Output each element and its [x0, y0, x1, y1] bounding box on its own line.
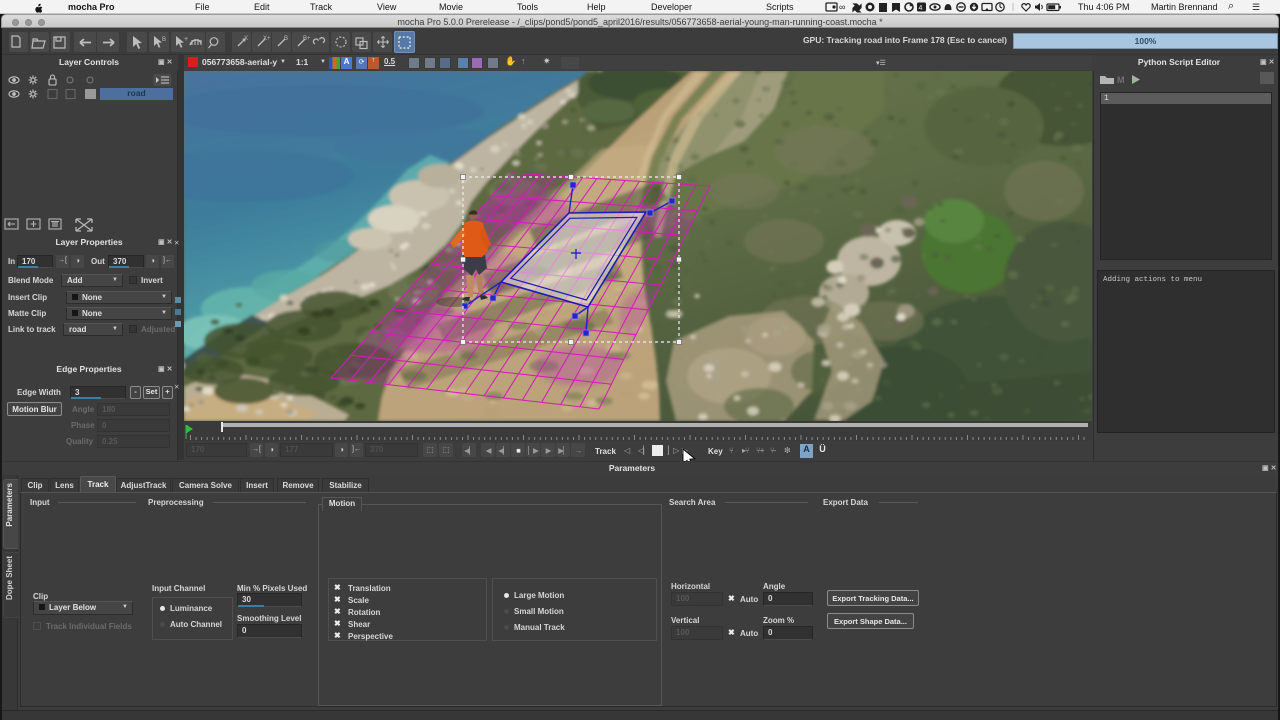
- svg-text:M: M: [1117, 75, 1125, 85]
- svg-text:B: B: [162, 37, 166, 43]
- svg-text:X: X: [244, 36, 248, 42]
- svg-text:B: B: [284, 36, 288, 42]
- svg-text:+: +: [184, 36, 188, 43]
- svg-text:X+: X+: [263, 36, 271, 42]
- svg-text:B+: B+: [303, 36, 311, 42]
- svg-text:∞: ∞: [839, 2, 845, 12]
- svg-text:4: 4: [919, 5, 923, 12]
